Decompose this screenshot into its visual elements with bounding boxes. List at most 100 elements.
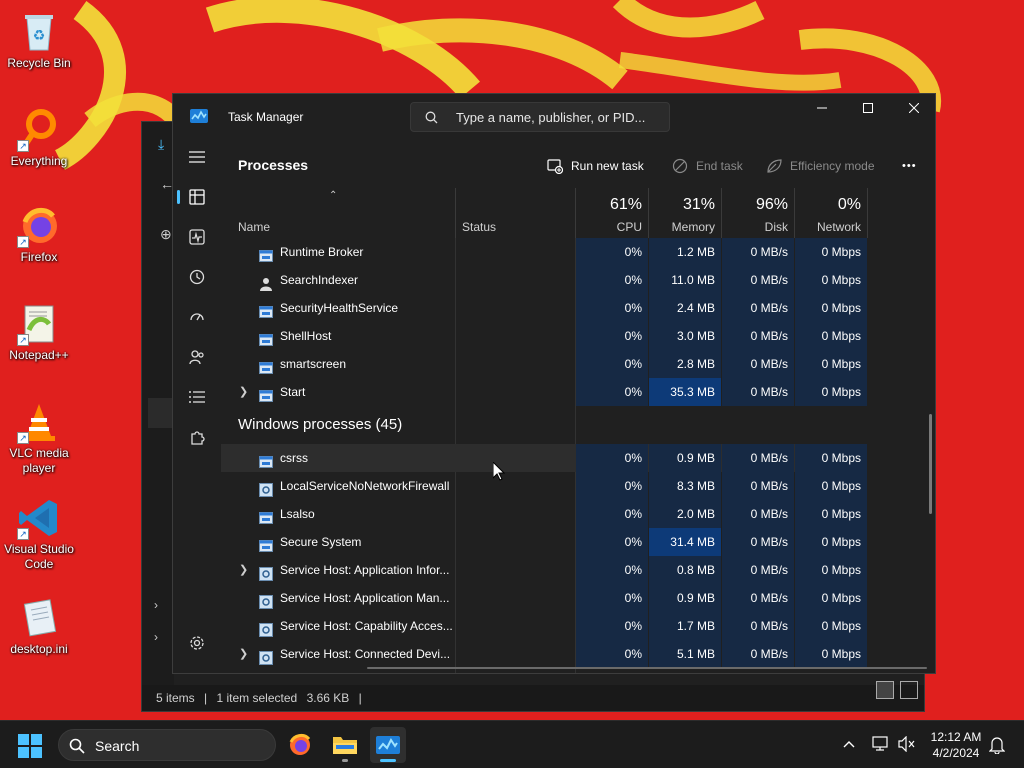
column-disk[interactable]: 96% Disk	[722, 188, 795, 238]
nav-menu-button[interactable]	[177, 140, 217, 174]
expand-chevron-icon[interactable]: ❯	[239, 640, 248, 668]
expand-chevron-icon[interactable]: ❯	[239, 378, 248, 406]
add-icon[interactable]: ⊕	[160, 226, 172, 243]
process-name: SearchIndexer	[280, 273, 359, 287]
disk-cell: 0 MB/s	[722, 640, 794, 668]
process-window-icon	[259, 357, 273, 374]
table-row[interactable]: ShellHost 0% 3.0 MB 0 MB/s 0 Mbps	[221, 322, 867, 350]
process-status-cell	[456, 444, 575, 472]
column-status[interactable]: Status	[456, 188, 576, 238]
process-search-box[interactable]	[410, 102, 670, 132]
services-puzzle-icon	[191, 431, 205, 445]
process-name-cell: ❯ Start	[221, 378, 455, 406]
network-tray-button[interactable]	[872, 736, 890, 755]
title-bar[interactable]: Task Manager	[173, 94, 935, 138]
process-status-cell	[456, 238, 575, 266]
taskbar-clock[interactable]: 12:12 AM 4/2/2024	[930, 729, 982, 761]
desktop-icon-recycle-bin[interactable]: ♻ Recycle Bin	[2, 10, 76, 71]
efficiency-mode-label: Efficiency mode	[790, 159, 875, 173]
nav-settings[interactable]	[177, 626, 217, 660]
desktop-icon-firefox[interactable]: ↗ Firefox	[2, 204, 76, 265]
process-name-cell: ❯ Service Host: Application Infor...	[221, 556, 455, 584]
explorer-selected-item[interactable]	[148, 398, 174, 428]
nav-users[interactable]	[177, 340, 217, 374]
show-hidden-icons-button[interactable]	[843, 737, 855, 751]
memory-cell: 2.0 MB	[649, 500, 721, 528]
process-name: Lsalso	[280, 507, 315, 521]
nav-details[interactable]	[177, 380, 217, 414]
process-name-cell: csrss	[221, 444, 455, 472]
vertical-scrollbar[interactable]	[929, 414, 932, 514]
nav-performance[interactable]	[177, 220, 217, 254]
desktop-icon-vlc[interactable]: ↗ VLC media player	[2, 400, 76, 476]
process-name-cell: SecurityHealthService	[221, 294, 455, 322]
mouse-cursor	[492, 460, 506, 484]
table-row[interactable]: Runtime Broker 0% 1.2 MB 0 MB/s 0 Mbps	[221, 238, 867, 266]
chevron-right-icon[interactable]: ›	[154, 630, 158, 644]
desktop-icon-vscode[interactable]: ↗ Visual Studio Code	[2, 496, 76, 572]
table-header: ⌃ Name Status 61% CPU 31% Memory 96% Dis…	[221, 188, 935, 238]
table-row[interactable]: Service Host: Capability Acces... 0% 1.7 M…	[221, 612, 867, 640]
folder-icon	[333, 737, 357, 754]
firefox-icon: ↗	[17, 204, 61, 248]
details-view-button[interactable]	[875, 681, 894, 699]
table-row[interactable]: SecurityHealthService 0% 2.4 MB 0 MB/s 0 Mbp…	[221, 294, 867, 322]
nav-services[interactable]	[177, 420, 217, 454]
task-manager-icon	[376, 736, 400, 754]
tiles-view-button[interactable]	[900, 681, 918, 699]
taskbar-task-manager[interactable]	[370, 727, 406, 763]
efficiency-mode-button[interactable]: Efficiency mode	[766, 152, 875, 180]
process-name-cell: Service Host: Capability Acces...	[221, 612, 455, 640]
volume-tray-button[interactable]	[898, 735, 916, 755]
column-memory[interactable]: 31% Memory	[649, 188, 722, 238]
users-icon	[189, 350, 204, 365]
nav-processes[interactable]	[177, 180, 217, 214]
task-manager-window[interactable]: Task Manager Type a name, publisher, or …	[172, 93, 936, 674]
details-list-icon	[189, 391, 205, 403]
column-name[interactable]: ⌃ Name	[221, 188, 456, 238]
search-indexer-icon	[259, 273, 273, 291]
more-options-button[interactable]: •••	[902, 152, 917, 180]
notifications-button[interactable]	[988, 736, 1006, 757]
table-row[interactable]: ❯ Start 0% 35.3 MB 0 MB/s 0 Mbps	[221, 378, 867, 406]
chevron-right-icon[interactable]: ›	[154, 598, 158, 612]
column-network[interactable]: 0% Network	[795, 188, 868, 238]
desktop-icon-notepad-plus-plus[interactable]: ↗ Notepad++	[2, 302, 76, 363]
table-row[interactable]: LocalServiceNoNetworkFirewall 0% 8.3 MB 0 M…	[221, 472, 867, 500]
process-group-header[interactable]: Windows processes (45)	[221, 406, 867, 444]
table-row[interactable]: ❯ Service Host: Connected Devi... 0% 5.1 MB…	[221, 640, 867, 668]
memory-cell: 2.4 MB	[649, 294, 721, 322]
minimize-button[interactable]	[799, 94, 845, 124]
nav-startup-apps[interactable]	[177, 300, 217, 334]
page-title: Processes	[238, 157, 309, 173]
column-cpu[interactable]: 61% CPU	[576, 188, 649, 238]
memory-cell: 5.1 MB	[649, 640, 721, 668]
desktop-icon-desktop-ini[interactable]: desktop.ini	[2, 596, 76, 657]
table-row[interactable]: Secure System 0% 31.4 MB 0 MB/s 0 Mbps	[221, 528, 867, 556]
desktop-icon-everything[interactable]: ↗ Everything	[2, 108, 76, 169]
shortcut-arrow-icon: ↗	[17, 432, 29, 444]
close-button[interactable]	[891, 94, 935, 124]
maximize-button[interactable]	[845, 94, 891, 124]
table-row[interactable]: Lsalso 0% 2.0 MB 0 MB/s 0 Mbps	[221, 500, 867, 528]
run-new-task-button[interactable]: Run new task	[547, 152, 644, 180]
cpu-cell: 0%	[576, 378, 648, 406]
close-icon	[908, 102, 920, 114]
taskbar-firefox[interactable]	[282, 727, 318, 763]
expand-chevron-icon[interactable]: ❯	[239, 556, 248, 584]
table-row[interactable]: ❯ Service Host: Application Infor... 0% 0.8…	[221, 556, 867, 584]
process-window-icon	[259, 385, 273, 402]
taskbar-file-explorer[interactable]	[327, 727, 363, 763]
process-name-cell: ❯ Service Host: Connected Devi...	[221, 640, 455, 668]
taskbar-search-box[interactable]: Search	[58, 729, 276, 761]
end-task-button[interactable]: End task	[672, 152, 743, 180]
horizontal-scrollbar[interactable]	[367, 667, 927, 669]
nav-app-history[interactable]	[177, 260, 217, 294]
search-input[interactable]	[456, 108, 661, 126]
network-cell: 0 Mbps	[795, 472, 867, 500]
start-button[interactable]	[18, 734, 42, 761]
table-row[interactable]: SearchIndexer 0% 11.0 MB 0 MB/s 0 Mbps	[221, 266, 867, 294]
table-row[interactable]: Service Host: Application Man... 0% 0.9 MB…	[221, 584, 867, 612]
table-row[interactable]: csrss 0% 0.9 MB 0 MB/s 0 Mbps	[221, 444, 867, 472]
table-row[interactable]: smartscreen 0% 2.8 MB 0 MB/s 0 Mbps	[221, 350, 867, 378]
